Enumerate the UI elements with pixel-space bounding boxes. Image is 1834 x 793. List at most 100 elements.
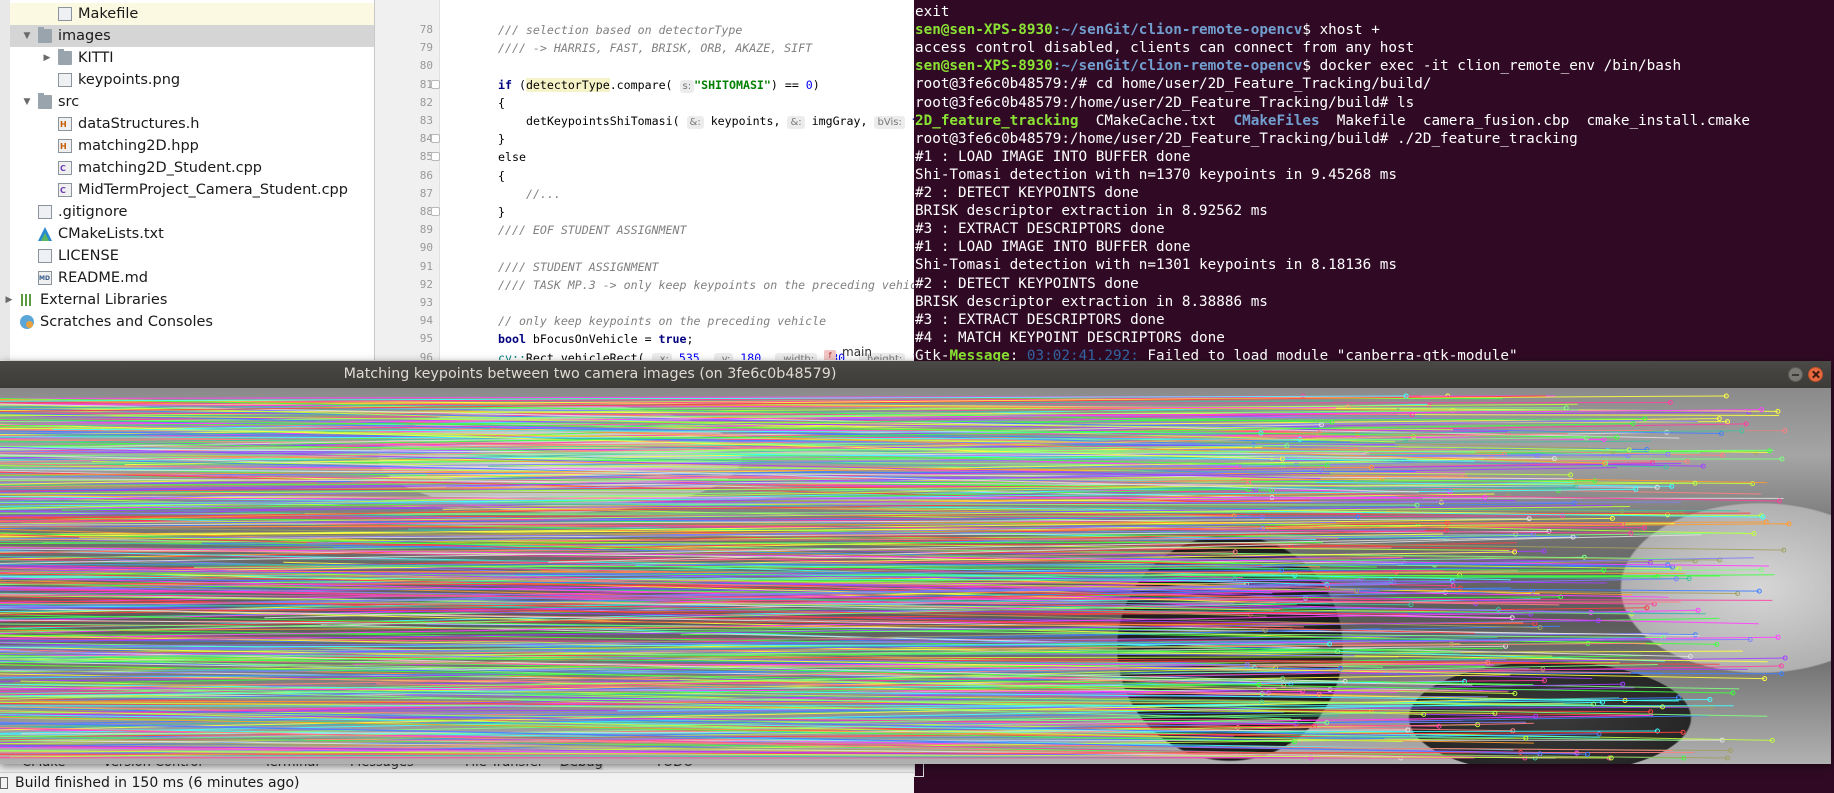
expand-arrow-down-icon[interactable]: ▼ xyxy=(21,91,33,113)
code-token: } xyxy=(498,132,505,147)
line-number: 93 xyxy=(419,296,433,309)
parameter-hint: _y: xyxy=(713,352,734,360)
close-button[interactable] xyxy=(1808,367,1823,382)
tree-item[interactable]: README.md xyxy=(10,267,374,289)
code-token: ( xyxy=(511,77,526,92)
code-line[interactable]: 81 if (detectorType.compare( s: "SHITOMASI… xyxy=(375,76,914,94)
tree-item[interactable]: matching2D_Student.cpp xyxy=(10,157,374,179)
toggle-tool-windows-icon[interactable] xyxy=(0,777,8,789)
code-line[interactable]: 91 //// STUDENT ASSIGNMENT xyxy=(375,258,914,276)
terminal-line: access control disabled, clients can con… xyxy=(915,40,1415,57)
fold-marker-icon[interactable] xyxy=(431,79,440,89)
code-line[interactable]: 87 //... xyxy=(375,185,914,203)
tree-item[interactable]: ▶ KITTI xyxy=(10,47,374,69)
code-token: 1 xyxy=(905,351,914,360)
file-icon xyxy=(58,7,72,21)
code-comment: /// selection based on detectorType xyxy=(498,23,743,37)
expand-arrow-right-icon[interactable]: ▶ xyxy=(41,47,53,69)
expand-arrow-right-icon[interactable]: ▶ xyxy=(3,289,15,311)
code-token: else xyxy=(498,150,526,165)
line-number: 84 xyxy=(419,132,433,146)
tree-item[interactable]: ▼ src xyxy=(10,91,374,113)
editor-breadcrumb[interactable]: f main xyxy=(824,344,872,360)
code-token: imgGray, xyxy=(804,114,875,128)
tree-item[interactable]: Makefile xyxy=(10,3,374,25)
terminal-line: 2D_feature_tracking CMakeCache.txt CMake… xyxy=(915,112,1750,129)
terminal-line: #3 : EXTRACT DESCRIPTORS done xyxy=(915,221,1165,238)
code-line[interactable]: 79 //// -> HARRIS, FAST, BRISK, ORB, AKAZ… xyxy=(375,39,914,57)
code-token: { xyxy=(498,168,505,183)
line-number: 85 xyxy=(419,150,433,164)
tree-item[interactable]: ▶ External Libraries xyxy=(6,289,374,311)
tree-item[interactable]: LICENSE xyxy=(10,245,374,267)
terminal-line: Shi-Tomasi detection with n=1301 keypoin… xyxy=(915,257,1398,274)
window-titlebar[interactable]: Matching keypoints between two camera im… xyxy=(0,361,1831,388)
expand-arrow-down-icon[interactable]: ▼ xyxy=(21,25,33,47)
line-number: 78 xyxy=(419,23,433,36)
code-line[interactable]: 85 else xyxy=(375,148,914,166)
code-editor[interactable]: 78 /// selection based on detectorType 79 /… xyxy=(375,0,914,360)
code-comment: //// EOF STUDENT ASSIGNMENT xyxy=(498,223,687,238)
code-line[interactable]: 86 { xyxy=(375,167,914,185)
terminal-line: #1 : LOAD IMAGE INTO BUFFER done xyxy=(915,148,1191,165)
tree-item[interactable]: dataStructures.h xyxy=(10,113,374,135)
code-line[interactable]: 92 //// TASK MP.3 -> only keep keypoints … xyxy=(375,276,914,294)
terminal-line: #3 : EXTRACT DESCRIPTORS done xyxy=(915,311,1165,328)
line-number: 79 xyxy=(419,41,433,55)
code-line[interactable]: 90 xyxy=(375,239,914,257)
tree-item-label: matching2D_Student.cpp xyxy=(78,160,262,176)
terminal-line: #2 : DETECT KEYPOINTS done xyxy=(915,185,1139,201)
code-comment: // only keep keypoints on the preceding … xyxy=(498,314,827,329)
code-token: f xyxy=(905,114,914,128)
tree-item-label: README.md xyxy=(58,270,148,286)
code-line[interactable]: 89 //// EOF STUDENT ASSIGNMENT xyxy=(375,221,914,239)
code-token: cv:: xyxy=(498,350,526,360)
terminal-cursor xyxy=(914,763,924,777)
parameter-hint: _x: xyxy=(651,352,672,360)
code-token: 535, xyxy=(671,350,714,360)
fold-marker-icon[interactable] xyxy=(431,152,440,162)
terminal-line: Shi-Tomasi detection with n=1370 keypoin… xyxy=(915,166,1398,183)
project-tool-window: Makefile ▼ images ▶ KITTI keypoints.png ▼ src da… xyxy=(0,0,375,360)
parameter-hint: &: xyxy=(787,116,805,129)
tree-item-label: images xyxy=(58,28,111,44)
code-comment: //... xyxy=(526,186,561,201)
code-line[interactable]: 82 { xyxy=(375,94,914,112)
tree-item[interactable]: ▼ images xyxy=(10,25,374,47)
fold-marker-icon[interactable] xyxy=(431,207,440,216)
code-line[interactable]: 94 // only keep keypoints on the precedin… xyxy=(375,312,914,330)
code-text: else xyxy=(498,148,526,166)
tree-item-label: keypoints.png xyxy=(78,72,181,88)
fold-marker-icon[interactable] xyxy=(431,134,440,144)
tree-item[interactable]: keypoints.png xyxy=(10,69,374,91)
line-number: 91 xyxy=(419,259,433,273)
code-text: bool bFocusOnVehicle = true; xyxy=(498,330,693,348)
terminal-line: #4 : MATCH KEYPOINT DESCRIPTORS done xyxy=(915,329,1225,346)
minimize-button[interactable] xyxy=(1788,367,1803,382)
cmake-icon xyxy=(38,227,52,241)
tree-item[interactable]: matching2D.hpp xyxy=(10,135,374,157)
code-line[interactable]: 88} xyxy=(375,203,914,221)
tree-item-label: dataStructures.h xyxy=(78,116,200,132)
line-number: 94 xyxy=(419,314,433,328)
code-text: // only keep keypoints on the preceding … xyxy=(498,312,826,330)
terminal-line: sen@sen-XPS-8930:~/senGit/clion-remote-o… xyxy=(915,22,1380,39)
parameter-hint: &: xyxy=(686,116,704,129)
terminal-line: #1 : LOAD IMAGE INTO BUFFER done xyxy=(915,239,1191,256)
code-token: detKeypointsShiTomasi( xyxy=(526,114,687,128)
cpp-file-icon xyxy=(58,161,72,175)
tree-item[interactable]: MidTermProject_Camera_Student.cpp xyxy=(10,179,374,201)
code-line[interactable]: 83 detKeypointsShiTomasi( &: keypoints, &… xyxy=(375,112,914,130)
tree-item[interactable]: CMakeLists.txt xyxy=(10,223,374,245)
code-line[interactable]: 78 /// selection based on detectorType xyxy=(375,21,914,39)
code-line[interactable]: 80 xyxy=(375,57,914,75)
folder-icon xyxy=(58,49,72,65)
line-number: 81 xyxy=(419,77,433,91)
tree-item[interactable]: Scratches and Consoles xyxy=(10,311,374,333)
tree-item[interactable]: .gitignore xyxy=(10,201,374,223)
code-line[interactable]: 93 xyxy=(375,294,914,312)
opencv-image-window[interactable]: Matching keypoints between two camera im… xyxy=(0,361,1831,764)
code-comment: //// STUDENT ASSIGNMENT xyxy=(498,259,659,274)
parameter-hint: _width: xyxy=(775,352,818,360)
code-line[interactable]: 84} xyxy=(375,130,914,148)
